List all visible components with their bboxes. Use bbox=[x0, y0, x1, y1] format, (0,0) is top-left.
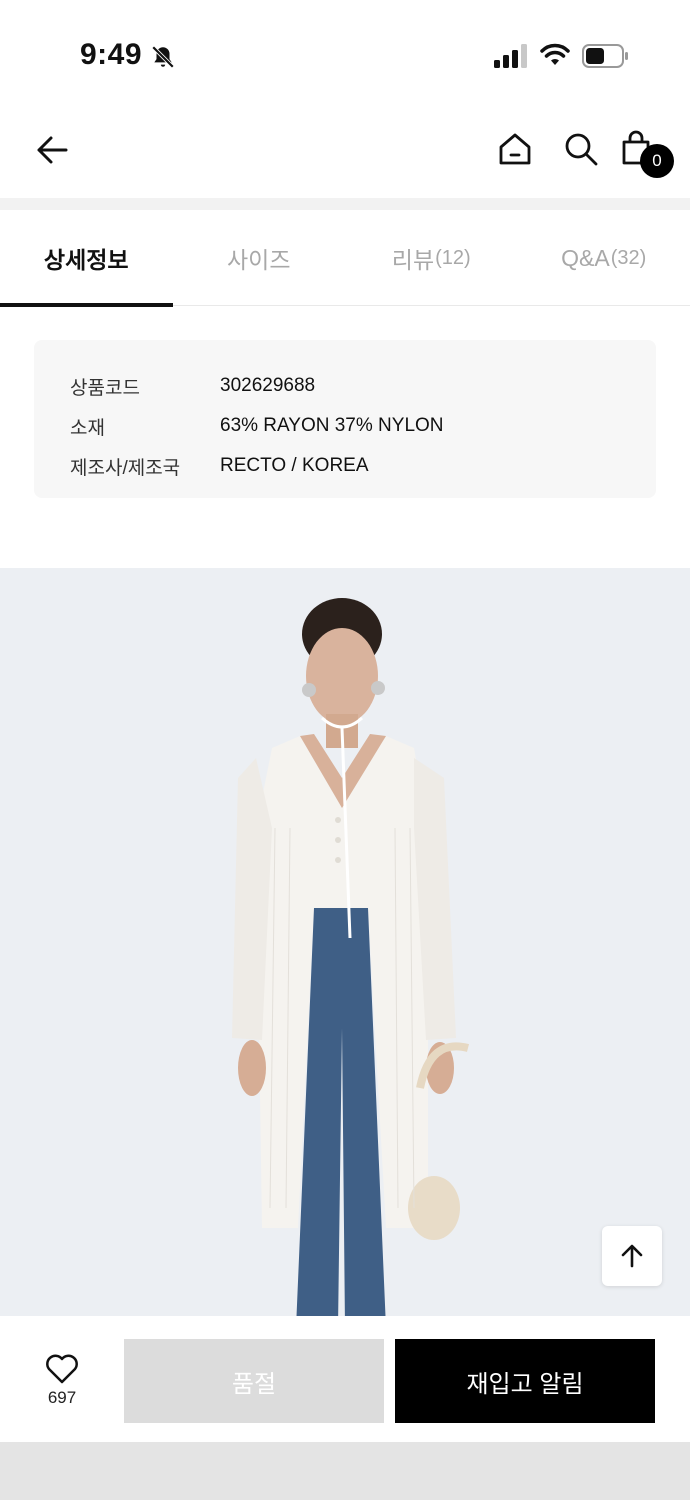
info-row-material: 소재 63% RAYON 37% NYLON bbox=[70, 406, 656, 446]
tab-qna[interactable]: Q&A (32) bbox=[518, 210, 690, 306]
search-icon bbox=[565, 133, 598, 166]
back-button[interactable] bbox=[30, 128, 74, 172]
tab-reviews[interactable]: 리뷰 (12) bbox=[345, 210, 518, 306]
like-button[interactable]: 697 bbox=[30, 1354, 94, 1418]
info-row-manufacturer: 제조사/제조국 RECTO / KOREA bbox=[70, 446, 656, 486]
home-button[interactable] bbox=[494, 128, 536, 170]
search-button[interactable] bbox=[560, 128, 602, 170]
tab-label: Q&A bbox=[561, 244, 610, 271]
like-count: 697 bbox=[47, 1388, 77, 1407]
soldout-button[interactable]: 품절 bbox=[124, 1339, 384, 1423]
arrow-up-icon bbox=[621, 1244, 643, 1268]
section-divider bbox=[0, 198, 690, 210]
bottom-action-bar: 697 품절 재입고 알림 bbox=[0, 1316, 690, 1442]
product-info-box: 상품코드 302629688 소재 63% RAYON 37% NYLON 제조… bbox=[34, 340, 656, 498]
info-label: 상품코드 bbox=[70, 377, 140, 399]
info-label: 소재 bbox=[70, 417, 105, 439]
bell-off-icon bbox=[151, 45, 175, 69]
back-arrow-icon bbox=[37, 136, 68, 164]
home-indicator-area bbox=[0, 1442, 690, 1500]
battery-icon bbox=[582, 44, 628, 68]
home-icon bbox=[499, 133, 531, 165]
tab-details[interactable]: 상세정보 bbox=[0, 210, 173, 307]
status-time: 9:49 bbox=[80, 38, 143, 71]
tab-size[interactable]: 사이즈 bbox=[173, 210, 346, 306]
signal-icon bbox=[494, 44, 527, 68]
cart-count-badge: 0 bbox=[640, 144, 674, 178]
scroll-to-top-button[interactable] bbox=[602, 1226, 662, 1286]
tab-label: 상세정보 bbox=[43, 247, 129, 273]
wifi-icon bbox=[540, 43, 570, 65]
heart-icon bbox=[46, 1354, 78, 1384]
tab-count: (12) bbox=[435, 246, 471, 269]
restock-alert-button[interactable]: 재입고 알림 bbox=[395, 1339, 655, 1423]
info-value: 302629688 bbox=[220, 375, 316, 396]
tab-label: 리뷰 bbox=[391, 247, 435, 273]
status-bar: 9:49 bbox=[0, 0, 690, 100]
tab-count: (32) bbox=[610, 246, 647, 269]
info-row-code: 상품코드 302629688 bbox=[70, 366, 656, 406]
info-value: 63% RAYON 37% NYLON bbox=[220, 415, 444, 436]
info-label: 제조사/제조국 bbox=[70, 457, 181, 479]
cart-button[interactable]: 0 bbox=[620, 128, 676, 180]
info-value: RECTO / KOREA bbox=[220, 455, 369, 476]
tab-label: 사이즈 bbox=[227, 247, 291, 273]
navigation-bar: 0 bbox=[0, 100, 690, 198]
detail-tabs: 상세정보 사이즈 리뷰 (12) Q&A (32) bbox=[0, 210, 690, 307]
